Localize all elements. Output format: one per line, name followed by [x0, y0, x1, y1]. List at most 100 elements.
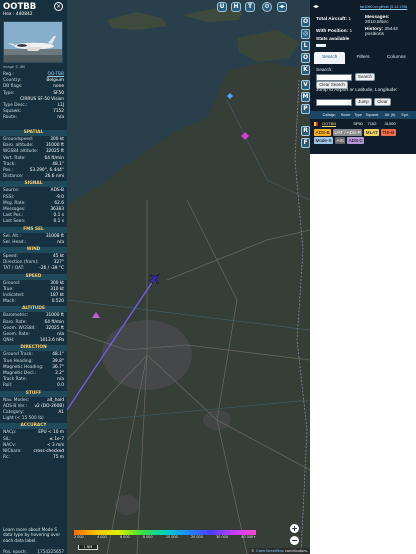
jump-button[interactable]: Jump — [355, 98, 372, 106]
detail-label: QNH: — [3, 338, 15, 344]
detail-label: Rc: — [3, 455, 10, 461]
panel-toggle-icon[interactable]: ◂▸ — [313, 3, 319, 10]
pos-epoch-value: 1754225657 — [37, 549, 64, 554]
detail-label: TAT / OAT: — [3, 266, 25, 272]
github-link[interactable]: tar1090 on github (3.14.1706 — [360, 5, 407, 9]
map-button-t[interactable]: T — [245, 2, 255, 12]
altitude-tick: 6 000 — [119, 535, 130, 539]
messages-rate: 2010.8/sec — [365, 20, 389, 25]
map-button-ring[interactable]: ◎ — [301, 29, 310, 39]
altitude-tick: 4 000 — [96, 535, 107, 539]
column-header[interactable]: Squawk — [364, 111, 380, 119]
legend-adsb: ADS-B — [314, 129, 332, 136]
column-header[interactable]: Route — [339, 111, 352, 119]
section-rows: Groundspeed: 300 kt Baro. altitude: 31000 f… — [0, 137, 67, 180]
detail-row: QNH: 1013.6 hPa — [0, 338, 67, 344]
map-button-v[interactable]: V — [301, 80, 310, 90]
with-pos-label: With Position: — [316, 29, 349, 34]
column-header[interactable]: Spd. — [400, 111, 410, 119]
section-header: FMS SEL — [0, 226, 67, 233]
table-header: Callsign Route Type Squawk Alt. (ft) Spd… — [310, 111, 416, 119]
row-callsign[interactable]: OOTBB — [319, 120, 339, 127]
map-button-o[interactable]: O — [301, 17, 310, 27]
details-block: Reg.: OO-TBB Country: Belgium DB flags: non… — [0, 72, 67, 122]
map-view[interactable]: U H T ⚙ ◂▸ O ◎ L O K V M P R F + − 2 000… — [67, 0, 310, 554]
stats-available[interactable]: Stats available — [316, 37, 349, 42]
column-header[interactable] — [310, 111, 319, 119]
aircraft-photo[interactable] — [3, 21, 63, 63]
column-header[interactable]: Type — [352, 111, 364, 119]
table-row[interactable]: OOTBB SF50 7152 31000 — [310, 120, 416, 127]
osm-link[interactable]: OpenStreetMap — [256, 549, 284, 553]
clear-button[interactable]: Clear — [374, 98, 391, 106]
toggle-arrows-icon[interactable]: ◂▸ — [277, 2, 287, 12]
column-header[interactable]: Alt. (ft) — [380, 111, 400, 119]
aircraft-photo-image — [4, 22, 62, 62]
map-button-h[interactable]: H — [231, 2, 241, 12]
section-header: ALTITUDE — [0, 306, 67, 313]
search-button[interactable]: Search — [355, 73, 375, 81]
tab-filters[interactable]: Filters — [347, 52, 378, 64]
detail-row: Roll: 0.0 — [0, 383, 67, 389]
detail-label: Sel. Head.: — [3, 239, 27, 245]
legend-uat: UAT / ADS-R — [332, 129, 363, 136]
section-rows: Ground Track: 48.1° True Heading: 39.8° Magn… — [0, 352, 67, 389]
section-rows: NACp: EPU < 10 m SIL: ≤ 1e-7 NACv: < 3 m/s NIC… — [0, 430, 67, 461]
legend-tisb: TIS-B — [380, 129, 396, 136]
hex-line: Hex : 440842 — [3, 12, 33, 17]
map-canvas[interactable] — [67, 0, 310, 554]
panel-tabs: Search Filters Columns — [314, 52, 412, 64]
detail-label: Distance: — [3, 174, 24, 180]
zoom-out-button[interactable]: − — [290, 536, 299, 545]
source-legend: ADS-B UAT / ADS-R MLAT TIS-B Mode-S AIS … — [314, 129, 414, 145]
altitude-tick: 20 000 — [191, 535, 203, 539]
country-flag-cell — [310, 120, 319, 127]
detail-label: Light (< 15 500 lb) — [3, 416, 44, 422]
altitude-tick: 8 000 — [142, 535, 153, 539]
row-route — [339, 120, 352, 127]
altitude-tick: 10 000 — [165, 535, 178, 539]
section-header: SIGNAL — [0, 181, 67, 188]
total-aircraft: Total Aircraft: 1 — [316, 17, 351, 22]
altitude-tick: 2 000 — [74, 535, 84, 539]
detail-value: SF50 — [53, 90, 64, 96]
detail-row: Route: n/a — [0, 115, 67, 121]
detail-value: 75 m — [52, 455, 64, 461]
map-button-k[interactable]: K — [301, 65, 310, 75]
column-header[interactable]: Callsign — [319, 111, 339, 119]
row-speed — [400, 120, 410, 127]
aircraft-callsign: OOTBB — [3, 2, 37, 12]
map-button-r[interactable]: R — [301, 126, 310, 136]
detail-row: Mach: 0.520 — [0, 299, 67, 305]
detail-value: 0.520 — [51, 299, 64, 305]
map-attribution: © OpenStreetMap contributors. — [248, 548, 310, 554]
section-rows: Source: ADS-B RSSI: -9.0 Msg. Rate: 62.6 Messa… — [0, 188, 67, 225]
map-button-m[interactable]: M — [301, 92, 310, 102]
pos-epoch: Pos. epoch: 1754225657 — [0, 549, 67, 554]
map-button-l[interactable]: L — [301, 41, 310, 51]
jump-input[interactable] — [316, 99, 352, 106]
aircraft-list-panel: ◂▸ tar1090 on github (3.14.1706 Total Ai… — [310, 0, 416, 554]
altitude-ticks: 2 000 4 000 6 000 8 000 10 000 20 000 30… — [74, 535, 256, 540]
zoom-in-button[interactable]: + — [290, 524, 299, 533]
detail-label: Last Seen: — [3, 219, 26, 225]
map-button-o2[interactable]: O — [301, 53, 310, 63]
close-icon[interactable]: × — [54, 2, 63, 11]
section-header: DIRECTION — [0, 345, 67, 352]
map-button-p[interactable]: P — [301, 104, 310, 114]
scale-bar: 1 NM — [78, 545, 98, 550]
map-button-u[interactable]: U — [217, 2, 227, 12]
row-altitude: 31000 — [384, 121, 396, 126]
photo-credit: Image © JBS — [3, 65, 26, 69]
map-button-f[interactable]: F — [301, 138, 310, 148]
attribution-prefix: © — [250, 549, 255, 553]
detail-value: 1013.6 hPa — [39, 338, 64, 344]
search-input[interactable] — [316, 74, 352, 81]
row-squawk: 7152 — [367, 121, 377, 126]
tab-columns[interactable]: Columns — [381, 52, 412, 64]
section-header: STUFF — [0, 390, 67, 397]
settings-gear-icon[interactable]: ⚙ — [262, 2, 272, 12]
tab-search[interactable]: Search — [314, 52, 346, 64]
pos-epoch-label: Pos. epoch: — [3, 549, 27, 554]
section-rows: Speed: 45 kt Direction (from): 327° TAT / OA… — [0, 254, 67, 273]
